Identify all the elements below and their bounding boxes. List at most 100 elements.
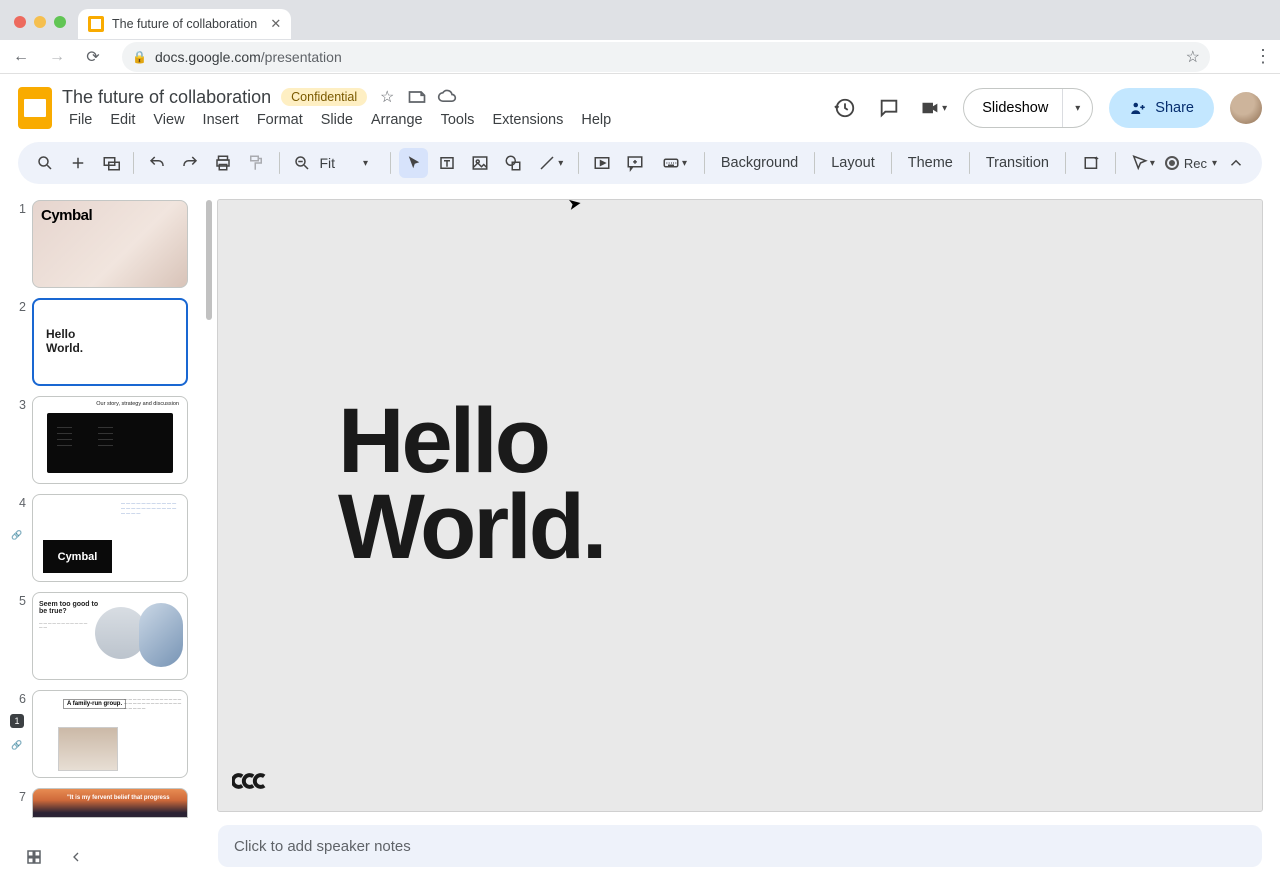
zoom-button[interactable] [287,148,317,178]
move-icon[interactable] [407,87,427,107]
forward-button[interactable]: → [44,44,70,70]
redo-button[interactable] [175,148,204,178]
slide-footer-logo-icon [232,770,280,797]
menu-extensions[interactable]: Extensions [485,110,570,130]
filmstrip[interactable]: 1 2 HelloWorld. 3 Our story, strategy an… [0,190,214,877]
insert-line-tool[interactable]: ▾ [531,148,570,178]
thumb-text: Seem too good to be true? [39,601,99,615]
slide-number: 6 [10,690,26,778]
menu-format[interactable]: Format [250,110,310,130]
thumb-text: World. [46,341,83,355]
window-close-dot[interactable] [14,16,26,28]
slide-thumb-1[interactable]: 1 [10,200,208,288]
background-button[interactable]: Background [713,155,806,171]
menu-edit[interactable]: Edit [103,110,142,130]
collapse-toolbar-button[interactable] [1221,148,1250,178]
thumb-preview: HelloWorld. [32,298,188,386]
menu-file[interactable]: File [62,110,99,130]
slideshow-label: Slideshow [982,100,1048,116]
separator [133,152,134,174]
slide-thumb-7[interactable]: 7 "It is my fervent belief that progress [10,788,208,818]
text-box-tool[interactable] [432,148,461,178]
slide-canvas[interactable]: Hello World. ➤ [218,200,1262,811]
input-tools-button[interactable]: ▾ [653,148,696,178]
slideshow-dropdown[interactable]: ▾ [1062,89,1092,127]
paint-format-button[interactable] [241,148,270,178]
slide-thumb-3[interactable]: 3 Our story, strategy and discussion ———… [10,396,208,484]
cloud-status-icon[interactable] [437,87,457,107]
comments-icon[interactable] [875,94,903,122]
insert-video-placeholder-tool[interactable] [587,148,616,178]
thumb-text: Hello [46,327,75,341]
slides-logo-icon[interactable] [18,87,52,129]
new-slide-layout-button[interactable] [96,148,125,178]
thumb-preview: "It is my fervent belief that progress [32,788,188,818]
record-label: Rec [1184,156,1207,171]
address-bar[interactable]: 🔒 docs.google.com/presentation ☆ [122,42,1210,72]
select-tool[interactable] [399,148,428,178]
pointer-tool[interactable]: ▾ [1124,148,1161,178]
slide-thumb-6[interactable]: 6 1 🔗 A family-run group. — — — — — — — … [10,690,208,778]
insert-comment-tool[interactable] [620,148,649,178]
layout-button[interactable]: Layout [823,155,883,171]
browser-menu-button[interactable]: ⋮ [1254,46,1272,67]
thumb-text: A family-run group. [63,699,126,709]
slide-thumb-4[interactable]: 4 🔗 Cymbal — — — — — — — — — — — — — — —… [10,494,208,582]
chevron-down-icon: ▾ [942,103,947,114]
insert-image-tool[interactable] [465,148,494,178]
chevron-down-icon: ▾ [1212,158,1217,169]
speaker-notes[interactable]: Click to add speaker notes [218,825,1262,867]
browser-toolbar: ← → ⟳ 🔒 docs.google.com/presentation ☆ ⋮ [0,40,1280,74]
workspace: 1 2 HelloWorld. 3 Our story, strategy an… [0,190,1280,877]
chevron-down-icon: ▾ [558,158,563,169]
menu-slide[interactable]: Slide [314,110,360,130]
chevron-down-icon[interactable]: ▾ [339,158,376,169]
menu-insert[interactable]: Insert [196,110,246,130]
window-minimize-dot[interactable] [34,16,46,28]
share-button[interactable]: Share [1109,88,1214,128]
doc-title[interactable]: The future of collaboration [62,87,271,108]
menu-tools[interactable]: Tools [434,110,482,130]
thumb-preview: Our story, strategy and discussion —————… [32,396,188,484]
back-button[interactable]: ← [8,44,34,70]
new-slide-button[interactable] [63,148,92,178]
star-icon[interactable]: ☆ [377,87,397,107]
slide-thumb-5[interactable]: 5 Seem too good to be true? — — — — — — … [10,592,208,680]
thumb-preview: Seem too good to be true? — — — — — — — … [32,592,188,680]
menu-help[interactable]: Help [574,110,618,130]
collapse-filmstrip-button[interactable] [66,847,86,867]
thumb-preview [32,200,188,288]
thumb-text: Cymbal [43,540,112,573]
url-path: /presentation [261,49,342,65]
version-history-icon[interactable] [831,94,859,122]
url-host: docs.google.com [155,49,261,65]
slideshow-button[interactable]: Slideshow ▾ [963,88,1093,128]
menubar: File Edit View Insert Format Slide Arran… [62,110,618,130]
thumb-preview: A family-run group. — — — — — — — — — — … [32,690,188,778]
browser-tab[interactable]: The future of collaboration ✕ [78,9,291,39]
undo-button[interactable] [142,148,171,178]
theme-button[interactable]: Theme [900,155,961,171]
bookmark-star-icon[interactable]: ☆ [1186,47,1200,67]
transition-button[interactable]: Transition [978,155,1057,171]
search-menus-button[interactable] [30,148,59,178]
filmstrip-footer [0,837,214,877]
tab-close-icon[interactable]: ✕ [270,16,281,32]
insert-shape-tool[interactable] [498,148,527,178]
zoom-level[interactable]: Fit [317,155,339,171]
account-avatar[interactable] [1230,92,1262,124]
window-zoom-dot[interactable] [54,16,66,28]
slide-number: 1 [10,200,26,288]
reload-button[interactable]: ⟳ [80,44,106,70]
grid-view-button[interactable] [24,847,44,867]
record-button[interactable]: Rec ▾ [1165,156,1217,171]
slide-thumb-2[interactable]: 2 HelloWorld. [10,298,208,386]
separator [704,152,705,174]
menu-arrange[interactable]: Arrange [364,110,430,130]
menu-view[interactable]: View [146,110,191,130]
canvas-area: Hello World. ➤ Click to add speaker note… [214,190,1280,877]
print-button[interactable] [208,148,237,178]
ai-image-button[interactable] [1078,148,1107,178]
slide-headline[interactable]: Hello World. [338,398,605,571]
meet-button[interactable]: ▾ [919,94,947,122]
